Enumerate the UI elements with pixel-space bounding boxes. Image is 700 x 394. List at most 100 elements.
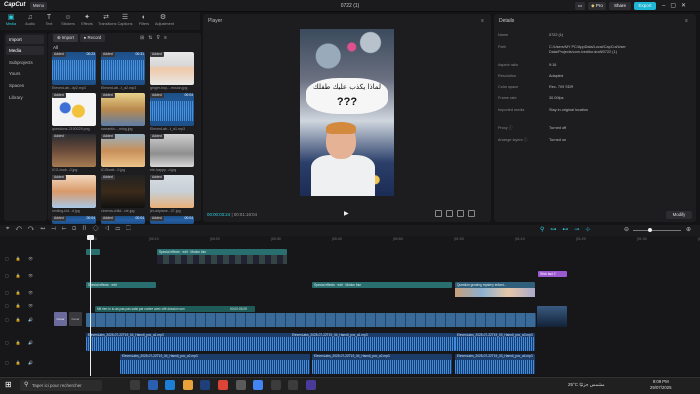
timeline-edit-tools[interactable]: ⌖↶↷⇹⊣⊢⊡▯◇◁▭⬚ — [6, 226, 137, 233]
sticker-clip[interactable]: Stick fact 2 — [538, 271, 567, 277]
media-item[interactable]: Added — [150, 52, 194, 85]
windows-start-icon[interactable]: ⊞ — [5, 380, 12, 389]
zoom-slider[interactable] — [633, 230, 681, 231]
taskbar-clock[interactable]: 9:09 PM 29/07/2025 — [650, 379, 672, 391]
media-duration: 00:23 — [86, 52, 96, 56]
audio-clip[interactable]: ElevenLabs_2025-07-22T19_04_Hamdi_pvc_a2… — [312, 354, 452, 374]
audio-clip[interactable]: ElevenLabs_2025-07-22T19_04_Hamdi_pvc_a1… — [290, 333, 455, 351]
pro-button[interactable]: ◆ Pro — [588, 2, 606, 10]
taskbar-search[interactable]: Taper ici pour rechercher — [20, 380, 102, 391]
playhead-handle[interactable] — [87, 235, 94, 240]
toolbar-media[interactable]: ▣ Media — [3, 13, 19, 29]
media-item[interactable]: Added — [52, 93, 96, 126]
menu-button[interactable]: Menu — [30, 2, 47, 10]
ruler-tick: |01:20 — [576, 237, 586, 241]
audio-clip[interactable]: ElevenLabs_2025-07-22T19_03_Hamdi_pvc_a3… — [455, 333, 535, 351]
added-badge: Added — [52, 93, 66, 98]
record-button[interactable]: ● Record — [80, 34, 105, 42]
play-icon[interactable]: ▶ — [344, 210, 349, 217]
media-item[interactable]: Added — [150, 175, 194, 208]
end-video-clip[interactable] — [537, 306, 567, 327]
capcut-icon-2[interactable] — [288, 380, 299, 390]
sidebar-item-spaces[interactable]: Spaces — [6, 81, 44, 90]
media-item[interactable]: Added — [101, 175, 145, 208]
details-menu-icon[interactable]: ≡ — [685, 18, 688, 24]
folder-icon[interactable] — [182, 380, 193, 390]
window-controls[interactable]: –▢✕ — [662, 2, 691, 9]
media-item[interactable]: Added 00:04 — [150, 93, 194, 126]
toolbar-stickers[interactable]: ☺ Stickers — [60, 13, 76, 29]
track-controls-video[interactable]: ▢ 🔒 🔊 — [5, 317, 36, 322]
task-view-icon[interactable] — [130, 380, 140, 390]
toolbar-filters[interactable]: ◐ Filters — [136, 13, 152, 29]
media-item[interactable]: Added 00:23 — [52, 52, 96, 85]
fx-clip-label: Special effects · edit — [159, 250, 188, 254]
audio-clip[interactable]: ElevenLabs_2025-07-22T19_03_Hamdi_pvc_a4… — [455, 354, 535, 374]
layout-icon[interactable]: ▭ — [575, 2, 585, 10]
media-item[interactable]: Added — [52, 175, 96, 208]
sidebar-item-library[interactable]: Library — [6, 93, 44, 102]
fx-clip-small[interactable] — [86, 249, 100, 255]
fullscreen-icon[interactable] — [468, 210, 475, 217]
zoom-out-icon[interactable]: ⊖ — [624, 226, 629, 233]
cover-thumb[interactable]: Cover — [54, 312, 67, 326]
fx-clip-body[interactable] — [157, 255, 287, 264]
modify-button[interactable]: Modify — [666, 211, 692, 219]
steam-icon[interactable] — [235, 380, 246, 390]
zoom-slider-handle[interactable] — [648, 228, 652, 232]
weather-widget[interactable]: 25°C مشمس جزئيًا — [568, 382, 605, 388]
import-button[interactable]: ⊕ Import — [53, 34, 78, 42]
audio-clip[interactable]: ElevenLabs_2025-07-22T19_04_Hamdi_pvc_a2… — [120, 354, 310, 374]
fx-clip-3[interactable]: Special effects · edit · Motion blur — [312, 282, 452, 288]
track-controls-sticker[interactable]: ▢ 🔒 👁 — [5, 273, 36, 278]
track-controls-audio2[interactable]: ▢ 🔒 🔊 — [5, 360, 36, 365]
sidebar-item-yours[interactable]: Yours — [6, 69, 44, 78]
toolbar-effects[interactable]: ✦ Effects — [79, 13, 95, 29]
app-icon[interactable] — [306, 380, 316, 390]
edge-icon[interactable] — [165, 380, 176, 390]
added-badge: Added — [101, 52, 115, 57]
toolbar-captions[interactable]: ☰ Captions — [117, 13, 133, 29]
long-text-clip-body[interactable] — [455, 288, 535, 297]
playhead[interactable] — [90, 236, 91, 376]
media-item[interactable]: Added — [52, 134, 96, 167]
file-explorer-icon[interactable] — [147, 380, 158, 390]
zoom-in-icon[interactable]: ⊕ — [686, 226, 691, 233]
sidebar-item-media[interactable]: Media — [6, 46, 44, 55]
media-item[interactable]: Added — [101, 134, 145, 167]
filter-all[interactable]: All — [53, 45, 58, 50]
media-item[interactable]: Added 00:31 — [101, 52, 145, 85]
media-view-icons[interactable]: ⊞⇅⊽≡ — [140, 35, 171, 41]
track-controls-text2[interactable]: ▢ 🔒 👁 — [5, 303, 36, 308]
track-controls-audio1[interactable]: ▢ 🔒 🔊 — [5, 340, 36, 345]
chrome-icon[interactable] — [218, 380, 228, 390]
capcut-icon[interactable] — [270, 380, 281, 390]
crop-icon[interactable] — [435, 210, 442, 217]
track-controls-fx[interactable]: ▢ 🔒 👁 — [5, 256, 36, 261]
media-item[interactable]: Added — [150, 134, 194, 167]
cover-button[interactable]: Cover — [69, 312, 82, 326]
toolbar-audio[interactable]: ♫ Audio — [22, 13, 38, 29]
word-icon[interactable] — [200, 380, 211, 390]
toolbar-transitions[interactable]: ⇄ Transitions — [98, 13, 116, 29]
media-item[interactable]: Added 00:04 — [150, 216, 194, 224]
fx-clip-2[interactable]: Special effects · edit — [86, 282, 156, 288]
export-button[interactable]: Export — [634, 2, 656, 10]
sidebar-item-subprojects[interactable]: Subprojects — [6, 58, 44, 67]
ratio-icon[interactable] — [446, 210, 453, 217]
detail-value: C:/Users/MY PC/AppData/Local/CapCut/User… — [549, 45, 626, 54]
track-controls-text[interactable]: ▢ 🔒 👁 — [5, 290, 36, 295]
media-item[interactable]: Added 00:04 — [101, 216, 145, 224]
main-video-track[interactable] — [86, 313, 536, 327]
sidebar-item-import[interactable]: Import — [6, 35, 44, 44]
toolbar-adjustment[interactable]: ⚙ Adjustment — [155, 13, 174, 29]
media-item[interactable]: Added — [101, 93, 145, 126]
media-item[interactable]: Added 00:04 — [52, 216, 96, 224]
chrome-icon-2[interactable] — [253, 380, 264, 390]
share-button[interactable]: Share — [609, 2, 631, 10]
player-menu-icon[interactable]: ≡ — [481, 18, 484, 24]
fit-icon[interactable] — [457, 210, 464, 217]
audio-clip[interactable]: ElevenLabs_2025-07-22T19_04_Hamdi_pvc_a1… — [86, 333, 291, 351]
timeline-snap-tools[interactable]: ⚲⊶⊷⊸⊹ — [540, 226, 596, 233]
toolbar-text[interactable]: T Text — [41, 13, 57, 29]
